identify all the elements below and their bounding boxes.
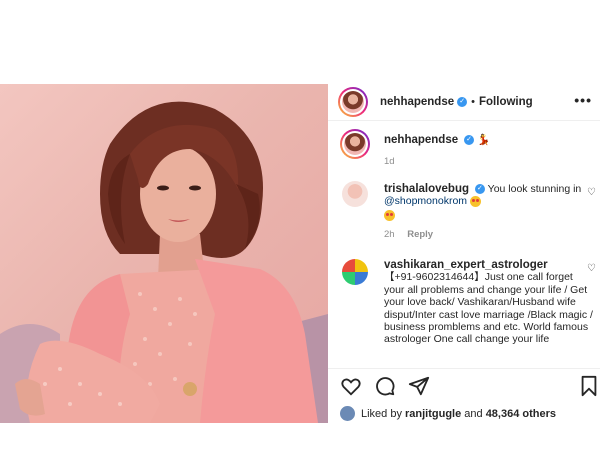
likes-count[interactable]: 48,364 others <box>486 408 556 420</box>
comments-list[interactable]: nehhapendse ✓ 💃 1d trishalalovebug ✓ You… <box>328 121 600 368</box>
caption-emoji: 💃 <box>476 134 491 146</box>
share-icon[interactable] <box>408 375 430 397</box>
avatar[interactable] <box>340 129 370 159</box>
verified-icon: ✓ <box>474 184 485 195</box>
comment-text: 【+91-9602314644】Just one call forget you… <box>384 271 593 346</box>
verified-icon: ✓ <box>464 135 475 146</box>
following-button[interactable]: Following <box>479 96 533 108</box>
verified-icon: ✓ <box>457 97 468 107</box>
woman-in-pink-blazer-image <box>0 101 328 423</box>
post-author-username[interactable]: nehhapendse <box>380 96 454 108</box>
comment-username[interactable]: trishalalovebug <box>384 183 469 195</box>
heart-eyes-emoji-icon <box>469 196 481 208</box>
comment-timestamp: 2h <box>384 228 395 240</box>
post-header: nehhapendse ✓ • Following ••• <box>328 84 600 121</box>
liker-avatar <box>340 406 355 421</box>
heart-icon[interactable] <box>340 375 362 397</box>
reply-button[interactable]: Reply <box>407 229 433 240</box>
caption-entry: nehhapendse ✓ 💃 1d <box>340 129 598 171</box>
likes-summary: Liked by ranjitgugle and 48,364 others <box>340 406 556 421</box>
comment-like-heart-icon[interactable]: ♡ <box>587 263 596 274</box>
likes-middle: and <box>461 407 486 420</box>
heart-eyes-emoji-icon <box>384 209 395 221</box>
comment-text: You look stunning in <box>487 183 582 195</box>
liker-username[interactable]: ranjitgugle <box>405 408 461 420</box>
more-options-icon[interactable]: ••• <box>574 93 592 107</box>
avatar[interactable] <box>342 259 368 285</box>
comment-like-heart-icon[interactable]: ♡ <box>587 187 596 198</box>
post-actions-bar <box>328 368 600 399</box>
mention-link[interactable]: @shopmonokrom <box>384 195 467 207</box>
comment-username[interactable]: vashikaran_expert_astrologer <box>384 259 548 271</box>
post-photo[interactable] <box>0 84 328 423</box>
avatar[interactable] <box>338 87 368 117</box>
bookmark-icon[interactable] <box>578 375 600 397</box>
avatar[interactable] <box>342 181 368 207</box>
separator-dot: • <box>471 96 475 108</box>
caption-timestamp: 1d <box>384 156 395 168</box>
comment-icon[interactable] <box>374 375 396 397</box>
caption-username[interactable]: nehhapendse <box>384 134 458 146</box>
likes-prefix: Liked by <box>361 407 402 420</box>
post-side-panel: nehhapendse ✓ • Following ••• nehhapends… <box>328 84 600 423</box>
comment-item: trishalalovebug ✓ You look stunning in @… <box>340 181 598 251</box>
comment-item: vashikaran_expert_astrologer 【+91-960231… <box>340 257 598 368</box>
